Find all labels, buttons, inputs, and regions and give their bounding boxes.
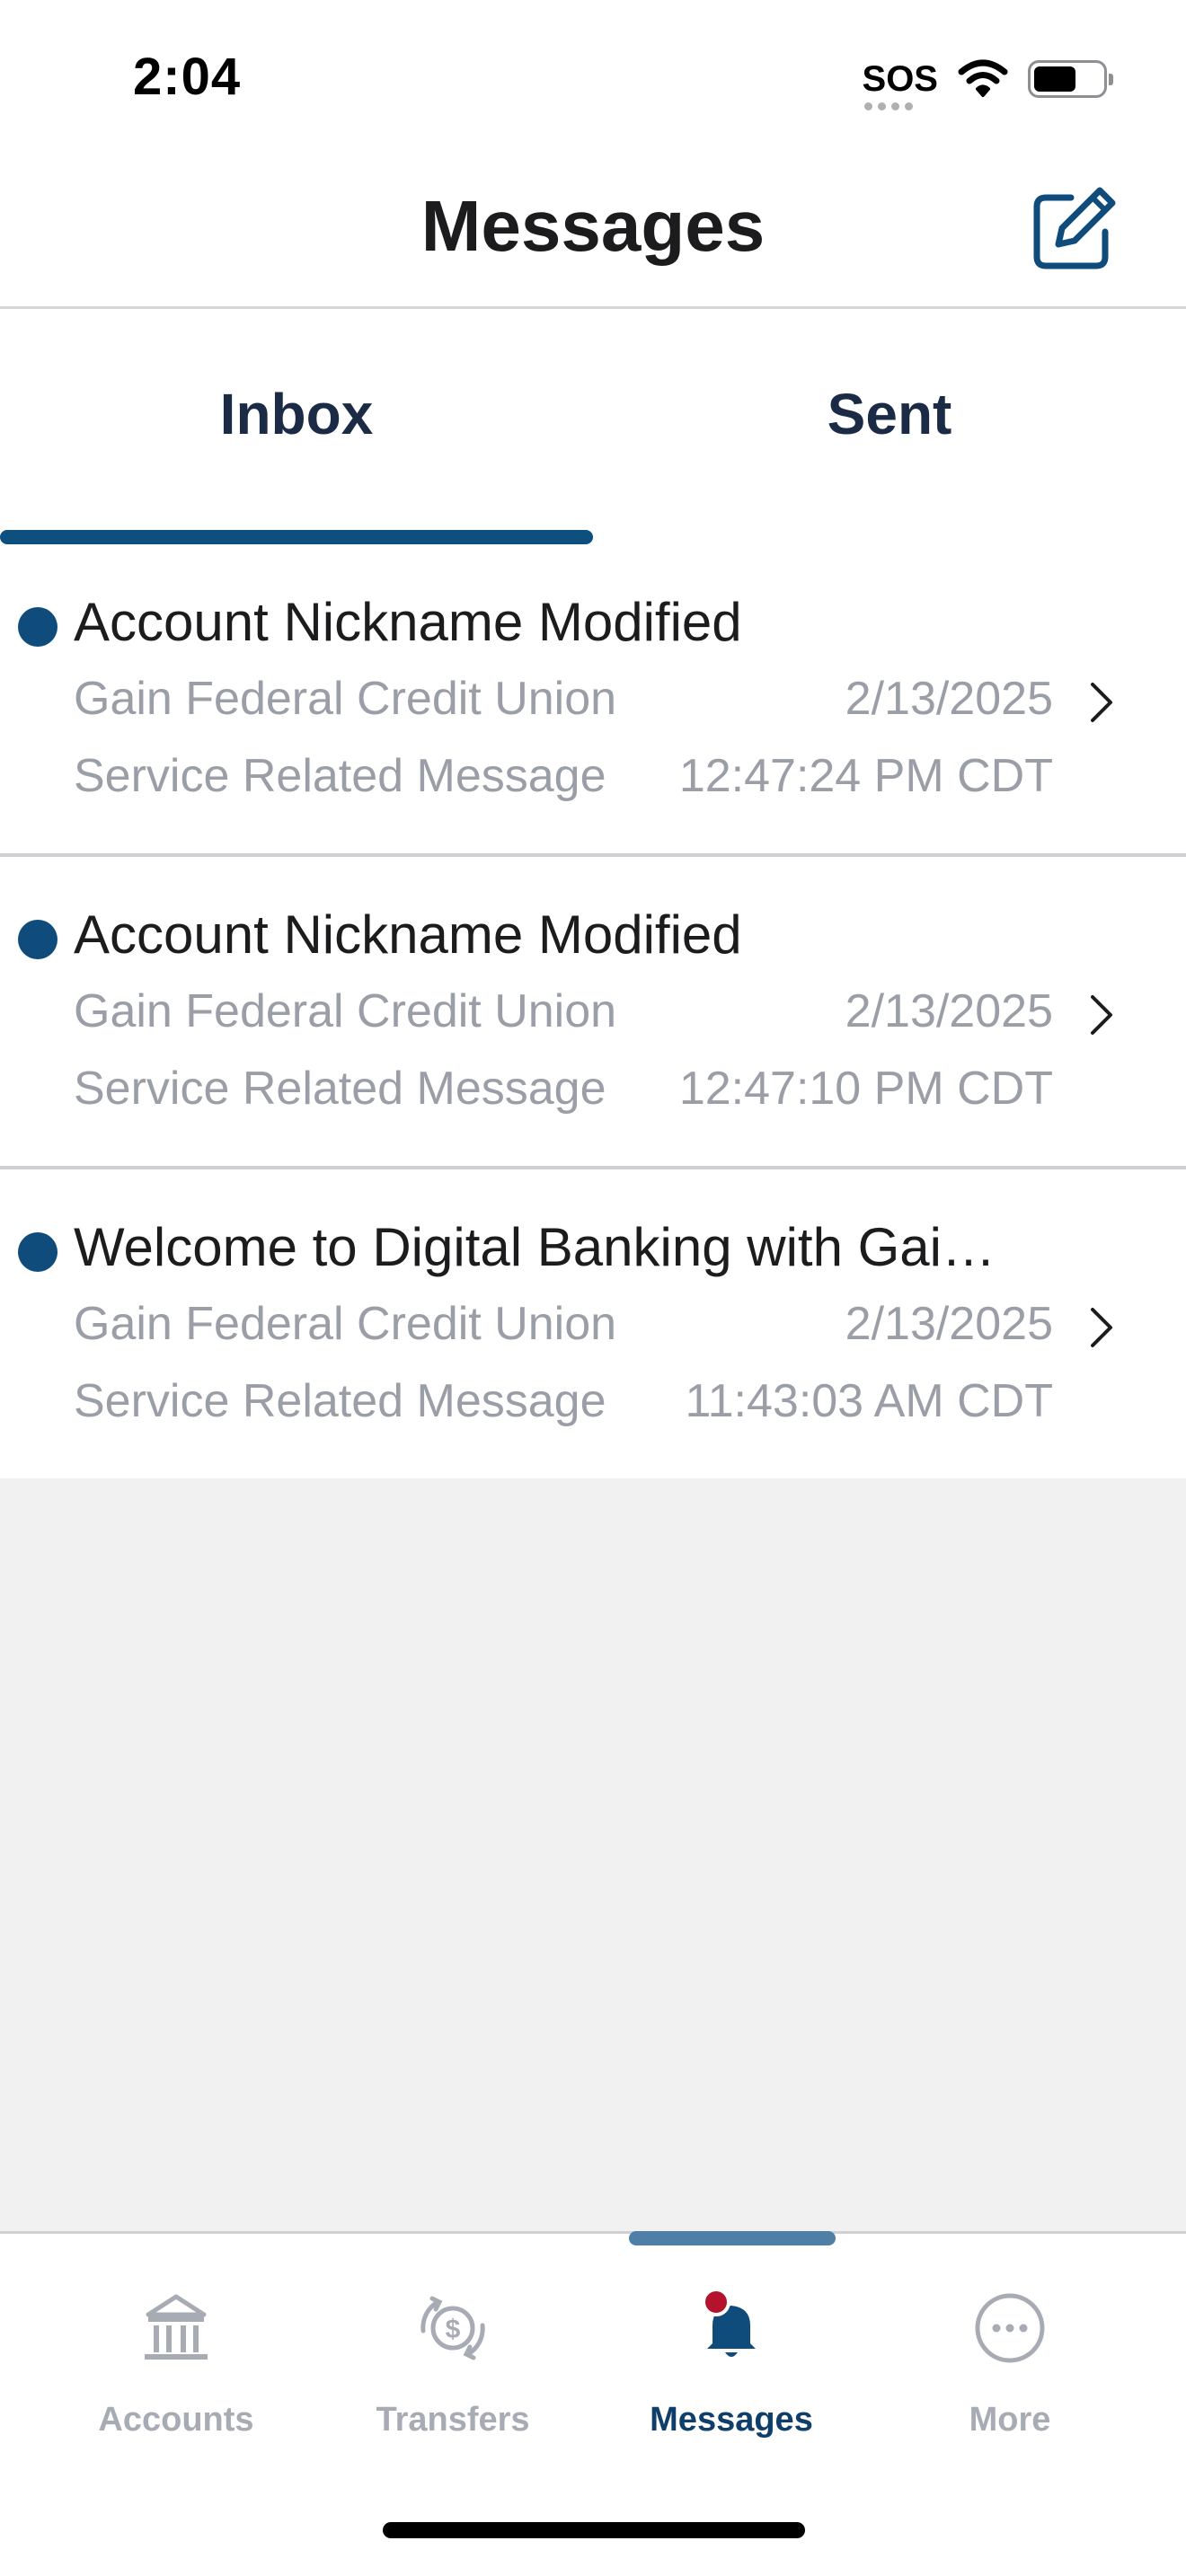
more-icon [975,2293,1045,2363]
message-sender: Gain Federal Credit Union [74,1298,617,1350]
notification-badge [702,2288,730,2316]
message-time: 12:47:10 PM CDT [678,1063,1053,1115]
message-title: Account Nickname Modified [74,592,742,652]
nav-messages[interactable]: Messages [597,2288,866,2467]
unread-indicator [18,1232,58,1272]
message-category: Service Related Message [74,1063,606,1115]
chevron-right-icon [1091,1308,1112,1347]
tab-sent[interactable]: Sent [593,309,1186,544]
unread-indicator [18,920,58,959]
message-sender: Gain Federal Credit Union [74,985,617,1037]
message-category: Service Related Message [74,750,606,802]
message-row[interactable]: Welcome to Digital Banking with Gai… Gai… [0,1169,1186,1482]
message-time: 11:43:03 AM CDT [685,1375,1053,1427]
message-date: 2/13/2025 [845,1298,1053,1350]
empty-list-area [0,1478,1186,2233]
nav-more[interactable]: More [875,2288,1145,2467]
compose-icon [1033,187,1116,269]
tab-inbox[interactable]: Inbox [0,309,593,544]
chevron-right-icon [1091,995,1112,1035]
tab-active-indicator [0,530,593,544]
nav-transfers-label: Transfers [376,2401,530,2439]
status-time: 2:04 [133,48,242,106]
nav-accounts[interactable]: Accounts [41,2288,311,2467]
message-row[interactable]: Account Nickname Modified Gain Federal C… [0,857,1186,1169]
bell-icon [702,2288,756,2357]
nav-accounts-label: Accounts [98,2401,254,2439]
message-tabs: Inbox Sent [0,309,1186,544]
nav-active-indicator [629,2231,836,2245]
page-title: Messages [420,186,766,266]
transfer-icon: $ [420,2296,485,2360]
nav-more-label: More [969,2401,1051,2439]
message-time: 12:47:24 PM CDT [678,750,1053,802]
wifi-icon [958,59,1008,97]
status-bar: 2:04 SOS [0,0,1186,153]
tab-sent-label: Sent [827,382,952,446]
message-row[interactable]: Account Nickname Modified Gain Federal C… [0,544,1186,857]
tab-inbox-label: Inbox [219,382,374,446]
message-date: 2/13/2025 [845,985,1053,1037]
nav-messages-label: Messages [650,2401,813,2439]
message-title: Account Nickname Modified [74,904,742,965]
message-date: 2/13/2025 [845,673,1053,725]
message-category: Service Related Message [74,1375,606,1427]
header: Messages [0,153,1186,309]
sos-indicator: SOS [862,59,938,110]
sos-label: SOS [862,59,938,99]
status-icons: SOS [862,52,1113,110]
bank-icon [145,2294,208,2360]
chevron-right-icon [1091,683,1112,722]
sos-dots [863,102,913,110]
compose-button[interactable] [1024,180,1123,278]
unread-indicator [18,607,58,647]
message-list: Account Nickname Modified Gain Federal C… [0,544,1186,1482]
message-sender: Gain Federal Credit Union [74,673,617,725]
nav-transfers[interactable]: $ Transfers [318,2288,588,2467]
message-title: Welcome to Digital Banking with Gai… [74,1217,996,1277]
home-indicator[interactable] [383,2522,805,2538]
svg-text:$: $ [446,2315,461,2344]
battery-icon [1028,60,1113,98]
